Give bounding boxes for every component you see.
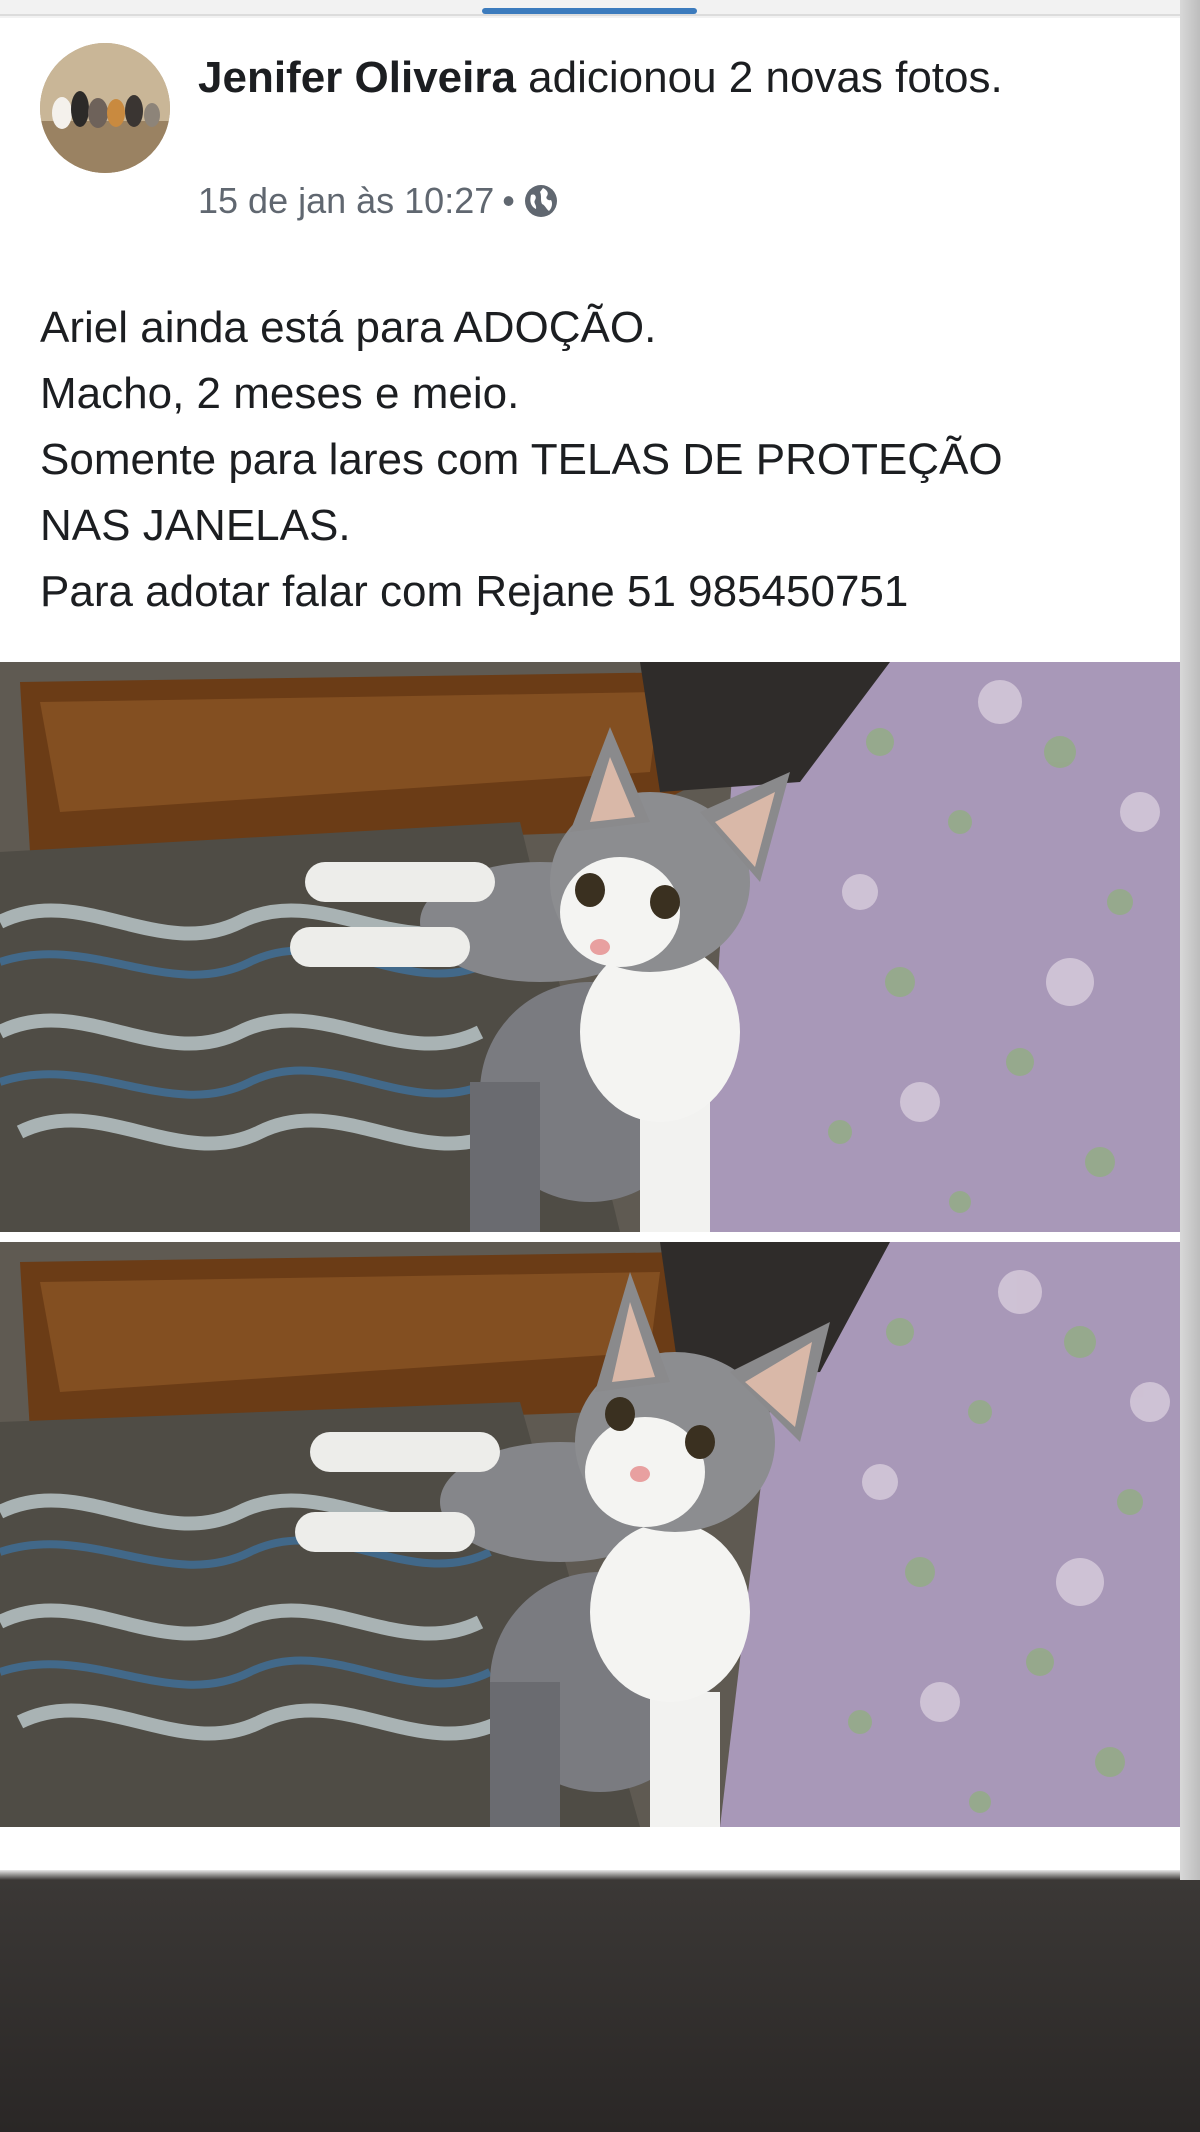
top-divider	[0, 14, 1180, 16]
post-text-line: Somente para lares com TELAS DE PROTEÇÃO	[40, 435, 1003, 484]
post-timestamp[interactable]: 15 de jan às 10:27	[198, 178, 494, 224]
post-action-text: adicionou 2 novas fotos.	[515, 53, 1003, 102]
post-meta: 15 de jan às 10:27 •	[198, 178, 559, 224]
story-progress-indicator	[482, 8, 697, 14]
post-message: Ariel ainda está para ADOÇÃO. Macho, 2 m…	[40, 295, 1150, 625]
post-text-line: NAS JANELAS.	[40, 501, 351, 550]
post-text-line: Ariel ainda está para ADOÇÃO.	[40, 303, 657, 352]
meta-separator: •	[502, 180, 515, 221]
post-text-line: Para adotar falar com Rejane 51 98545075…	[40, 567, 909, 616]
right-edge	[1180, 0, 1200, 1880]
post-text-line: Macho, 2 meses e meio.	[40, 369, 520, 418]
globe-icon[interactable]	[523, 183, 559, 219]
post-photo-1[interactable]	[0, 662, 1180, 1232]
avatar-image	[40, 43, 170, 173]
kitten-photo-image	[0, 1242, 1180, 1827]
kitten-photo-image	[0, 662, 1180, 1232]
author-name[interactable]: Jenifer Oliveira	[198, 53, 516, 102]
post-photo-2[interactable]	[0, 1242, 1180, 1827]
post-header-text: Jenifer Oliveira adicionou 2 novas fotos…	[198, 48, 1058, 108]
author-avatar[interactable]	[40, 43, 170, 173]
